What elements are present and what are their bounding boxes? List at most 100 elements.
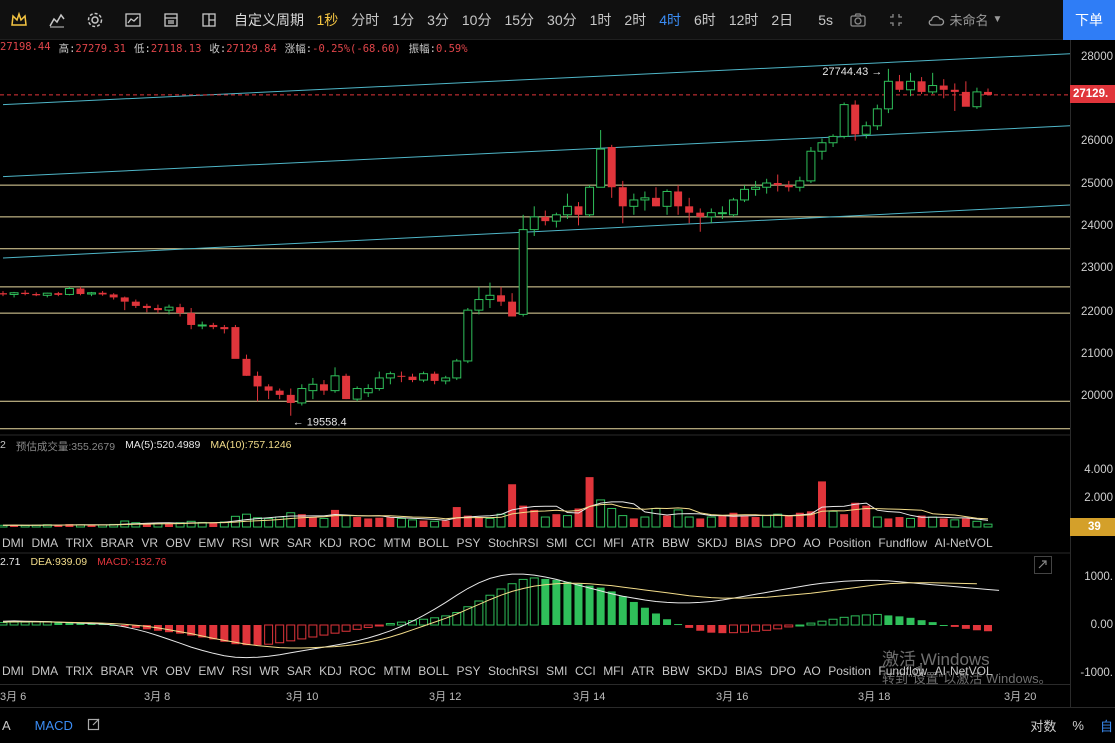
indicator-tab-rsi[interactable]: RSI	[232, 536, 260, 550]
indicator-tab-obv[interactable]: OBV	[166, 664, 199, 678]
indicator-tab-roc[interactable]: ROC	[349, 664, 383, 678]
layout-name-dropdown[interactable]: 未命名 ▼	[927, 10, 1002, 29]
date-axis[interactable]: 3月 6 3月 8 3月 10 3月 12 3月 14 3月 16 3月 18 3月 20	[0, 684, 1070, 706]
custom-period-button[interactable]: 自定义周期	[228, 10, 310, 30]
indicator-tab-vr[interactable]: VR	[141, 536, 165, 550]
camera-icon[interactable]	[839, 0, 877, 40]
indicator-tab-ai-netvol[interactable]: AI-NetVOL	[935, 664, 1001, 678]
indicator-tab-bias[interactable]: BIAS	[735, 536, 770, 550]
indicator-tab-dmi[interactable]: DMI	[0, 664, 32, 678]
period-7[interactable]: 1时	[583, 10, 618, 30]
settings-icon[interactable]	[76, 0, 114, 40]
indicator-tab-dpo[interactable]: DPO	[770, 664, 804, 678]
indicator-tab-dma[interactable]: DMA	[32, 536, 66, 550]
layout-icon[interactable]	[190, 0, 228, 40]
order-button[interactable]: 下单	[1063, 0, 1115, 40]
period-10[interactable]: 6时	[688, 10, 723, 30]
macd-histogram-bar	[563, 581, 572, 625]
period-9[interactable]: 4时	[653, 10, 688, 30]
edit-icon[interactable]	[87, 717, 101, 734]
indicator-tab-position[interactable]: Position	[828, 664, 878, 678]
expand-icon[interactable]	[1034, 556, 1052, 574]
indicator-tab-ai-netvol[interactable]: AI-NetVOL	[935, 536, 1001, 550]
indicator-tab-dma[interactable]: DMA	[32, 664, 66, 678]
price-chart[interactable]: 27744.43 → ← 19558.4	[0, 40, 1070, 707]
auto-scale-toggle[interactable]: 自	[1100, 716, 1113, 735]
left-truncated-label[interactable]: A	[2, 718, 11, 733]
refresh-interval[interactable]: 5s	[812, 12, 840, 28]
chart-type-icon[interactable]	[114, 0, 152, 40]
indicator-tab-fundflow[interactable]: Fundflow	[878, 536, 934, 550]
indicator-tab-emv[interactable]: EMV	[198, 536, 232, 550]
period-0[interactable]: 1秒	[310, 10, 345, 30]
indicator-tab-skdj[interactable]: SKDJ	[697, 536, 735, 550]
indicator-tab-rsi[interactable]: RSI	[232, 664, 260, 678]
log-scale-toggle[interactable]: 对数	[1030, 716, 1056, 735]
indicator-tab-skdj[interactable]: SKDJ	[697, 664, 735, 678]
indicator-tab-psy[interactable]: PSY	[456, 536, 488, 550]
price-tick: 20000	[1081, 390, 1113, 402]
indicator-tab-kdj[interactable]: KDJ	[319, 664, 349, 678]
indicator-tab-trix[interactable]: TRIX	[66, 536, 101, 550]
indicator-tab-smi[interactable]: SMI	[546, 536, 575, 550]
indicator-tab-mfi[interactable]: MFI	[603, 536, 631, 550]
macd-histogram-bar	[341, 624, 351, 632]
price-axis[interactable]: 28000 26000 25000 24000 23000 22000 2100…	[1070, 40, 1115, 707]
indicator-tab-boll[interactable]: BOLL	[418, 664, 456, 678]
indicator-tab-roc[interactable]: ROC	[349, 536, 383, 550]
indicator-tab-bbw[interactable]: BBW	[662, 536, 697, 550]
indicator-tab-atr[interactable]: ATR	[631, 664, 662, 678]
indicator-tab-dpo[interactable]: DPO	[770, 536, 804, 550]
indicator-tab-mtm[interactable]: MTM	[383, 664, 418, 678]
macd-histogram-bar	[751, 624, 761, 632]
fullscreen-icon[interactable]	[877, 0, 915, 40]
crown-icon[interactable]	[0, 0, 38, 40]
period-4[interactable]: 10分	[455, 10, 498, 30]
period-6[interactable]: 30分	[541, 10, 584, 30]
candle-body	[872, 108, 882, 127]
indicator-tab-smi[interactable]: SMI	[546, 664, 575, 678]
indicator-tab-bbw[interactable]: BBW	[662, 664, 697, 678]
period-8[interactable]: 2时	[618, 10, 653, 30]
indicator-tab-sar[interactable]: SAR	[287, 536, 319, 550]
percent-toggle[interactable]: %	[1072, 718, 1084, 733]
indicator-tab-position[interactable]: Position	[828, 536, 878, 550]
indicator-tab-vr[interactable]: VR	[141, 664, 165, 678]
indicator-tab-brar[interactable]: BRAR	[101, 536, 142, 550]
cursor-hand-icon: ☝	[913, 660, 924, 680]
indicator-tab-mtm[interactable]: MTM	[383, 536, 418, 550]
indicator-tab-fundflow[interactable]: Fundflow	[878, 664, 934, 678]
indicator-tab-emv[interactable]: EMV	[198, 664, 232, 678]
indicator-tab-bias[interactable]: BIAS	[735, 664, 770, 678]
indicator-tab-wr[interactable]: WR	[259, 664, 287, 678]
indicator-tab-obv[interactable]: OBV	[166, 536, 199, 550]
window-icon[interactable]	[152, 0, 190, 40]
period-1[interactable]: 分时	[345, 10, 386, 30]
volume-bar	[762, 515, 772, 528]
indicator-tab-stochrsi[interactable]: StochRSI	[488, 664, 546, 678]
indicator-tab-mfi[interactable]: MFI	[603, 664, 631, 678]
indicator-tab-boll[interactable]: BOLL	[418, 536, 456, 550]
indicator-tab-sar[interactable]: SAR	[287, 664, 319, 678]
indicator-tab-cci[interactable]: CCI	[575, 664, 603, 678]
indicator-icon[interactable]	[38, 0, 76, 40]
indicator-tab-psy[interactable]: PSY	[456, 664, 488, 678]
period-5[interactable]: 15分	[498, 10, 541, 30]
indicator-tab-dmi[interactable]: DMI	[0, 536, 32, 550]
period-2[interactable]: 1分	[386, 10, 421, 30]
indicator-tab-kdj[interactable]: KDJ	[319, 536, 349, 550]
indicator-tab-brar[interactable]: BRAR	[101, 664, 142, 678]
period-12[interactable]: 2日	[765, 10, 800, 30]
macd-indicator-button[interactable]: MACD	[35, 718, 73, 733]
indicator-tab-ao[interactable]: AO	[803, 664, 828, 678]
volume-bar	[186, 520, 196, 528]
indicator-tab-trix[interactable]: TRIX	[66, 664, 101, 678]
indicator-tab-wr[interactable]: WR	[259, 536, 287, 550]
period-3[interactable]: 3分	[421, 10, 456, 30]
indicator-tab-atr[interactable]: ATR	[631, 536, 662, 550]
indicator-tab-stochrsi[interactable]: StochRSI	[488, 536, 546, 550]
indicator-tab-cci[interactable]: CCI	[575, 536, 603, 550]
candle-body	[508, 301, 517, 317]
period-11[interactable]: 12时	[722, 10, 765, 30]
indicator-tab-ao[interactable]: AO	[803, 536, 828, 550]
